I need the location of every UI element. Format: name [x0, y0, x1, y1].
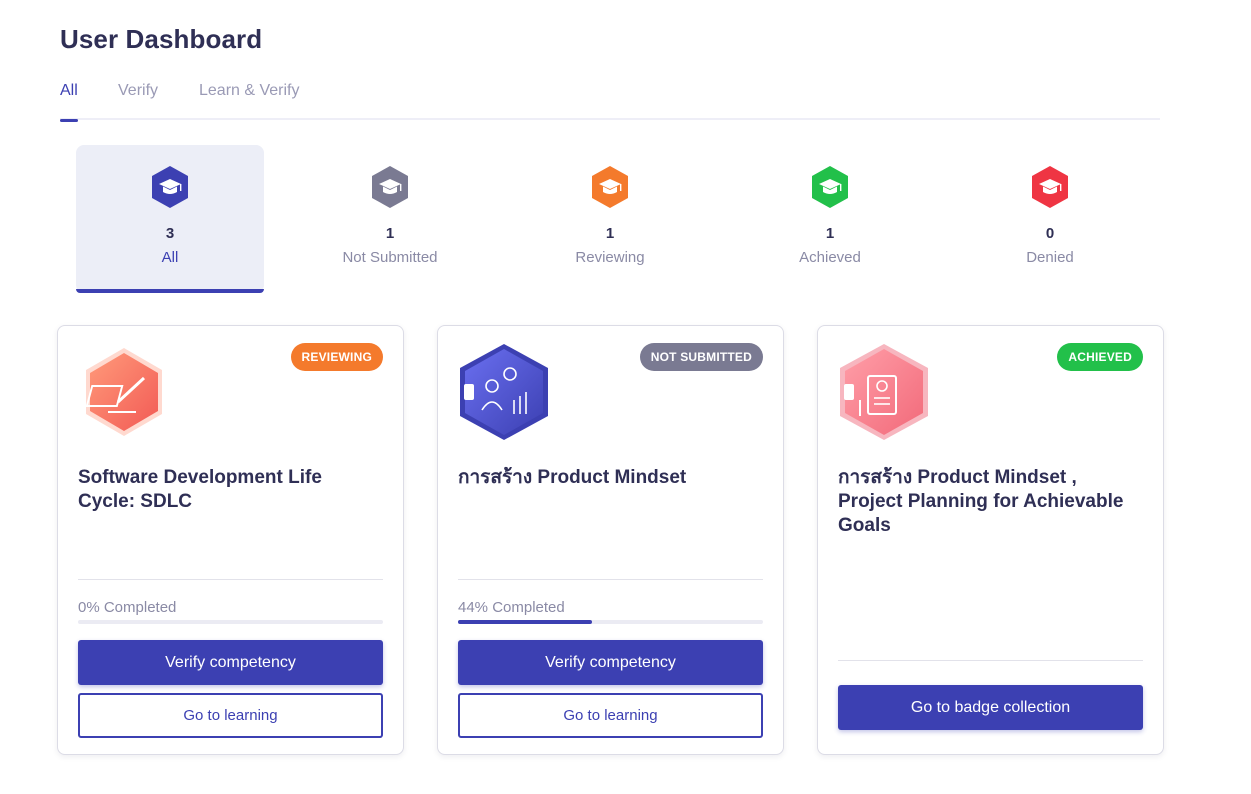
divider	[78, 579, 383, 580]
stat-count: 1	[605, 225, 615, 242]
page-title: User Dashboard	[60, 24, 263, 54]
stat-count: 0	[1045, 225, 1055, 242]
progress-bar	[458, 620, 763, 624]
progress-fill	[458, 620, 593, 624]
divider	[838, 660, 1143, 661]
stat-not-submitted[interactable]: 1 Not Submitted	[296, 145, 484, 293]
verify-competency-button[interactable]: Verify competency	[78, 640, 383, 685]
go-to-learning-button[interactable]: Go to learning	[78, 693, 383, 738]
go-to-badge-collection-button[interactable]: Go to badge collection	[838, 685, 1143, 730]
stat-all[interactable]: 3 All	[76, 145, 264, 293]
status-badge: ACHIEVED	[1057, 343, 1143, 371]
go-to-learning-button[interactable]: Go to learning	[458, 693, 763, 738]
graduation-cap-icon	[812, 166, 848, 208]
graduation-cap-icon	[1032, 166, 1068, 208]
status-badge: NOT SUBMITTED	[639, 343, 763, 371]
progress-bar	[78, 620, 383, 624]
course-card: REVIEWING Software Development Life Cycl…	[57, 325, 404, 755]
stat-achieved[interactable]: 1 Achieved	[736, 145, 924, 293]
stat-denied[interactable]: 0 Denied	[956, 145, 1144, 293]
pencil-writing-badge-icon	[85, 348, 162, 436]
tab-all[interactable]: All	[60, 82, 78, 122]
graduation-cap-icon	[372, 166, 408, 208]
course-title: การสร้าง Product Mindset	[458, 467, 687, 488]
graduation-cap-icon	[152, 166, 188, 208]
mindset-lightbulb-badge-icon	[460, 344, 548, 440]
graduation-cap-icon	[592, 166, 628, 208]
status-summary: 3 All 1 Not Submitted 1 Reviewing 1 Achi…	[76, 145, 1176, 295]
course-title: การสร้าง Product Mindset , Project Plann…	[838, 467, 1124, 536]
verify-competency-button[interactable]: Verify competency	[458, 640, 763, 685]
course-title: Software Development Life Cycle: SDLC	[78, 467, 322, 512]
stat-label: Reviewing	[575, 249, 645, 266]
stat-label: Denied	[1026, 249, 1074, 266]
filter-tabs: All Verify Learn & Verify	[60, 82, 1160, 122]
course-card: NOT SUBMITTED การสร้าง Product Mindset 4…	[437, 325, 784, 755]
stat-count: 1	[385, 225, 395, 242]
tab-verify[interactable]: Verify	[118, 82, 158, 120]
stat-count: 3	[165, 225, 175, 242]
stat-reviewing[interactable]: 1 Reviewing	[516, 145, 704, 293]
progress-label: 44% Completed	[458, 599, 565, 616]
stat-label: Not Submitted	[342, 249, 438, 266]
project-planning-badge-icon	[840, 344, 928, 440]
course-card: ACHIEVED การสร้าง Product Mindset , Proj…	[817, 325, 1164, 755]
divider	[458, 579, 763, 580]
stat-count: 1	[825, 225, 835, 242]
tab-learn-verify[interactable]: Learn & Verify	[199, 82, 300, 120]
progress-label: 0% Completed	[78, 599, 177, 616]
status-badge: REVIEWING	[290, 343, 383, 371]
stat-label: Achieved	[799, 249, 861, 266]
stat-label: All	[161, 249, 179, 266]
